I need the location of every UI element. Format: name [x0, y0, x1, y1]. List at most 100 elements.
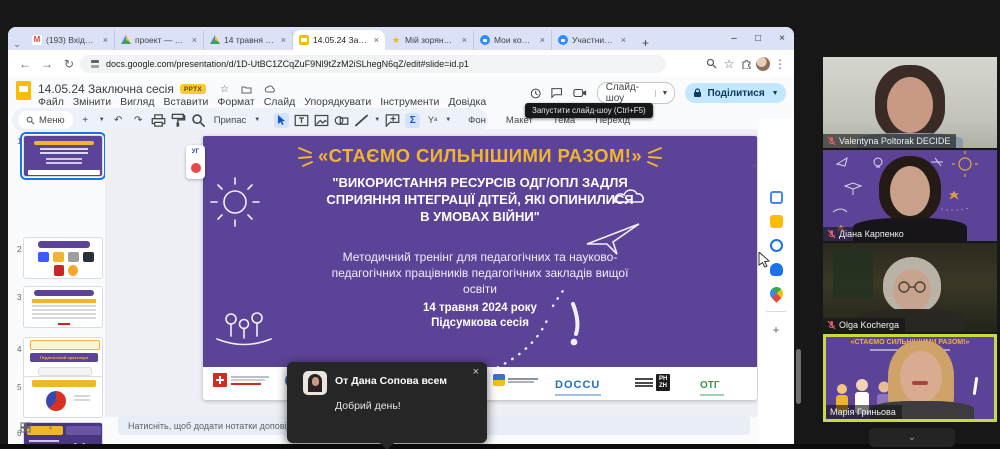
tasks-icon[interactable] — [770, 239, 783, 252]
tab-slides-active[interactable]: 14.05.24 Заклю × — [293, 30, 385, 50]
text-style-icon[interactable]: Ya — [425, 113, 440, 128]
add-slide-icon[interactable]: + — [78, 113, 93, 128]
participant-video-2[interactable]: Діана Карпенко — [823, 150, 997, 241]
share-button[interactable]: Поділитися ▼ — [685, 83, 785, 103]
slide-thumbnail-1[interactable] — [23, 135, 103, 177]
print-icon[interactable] — [151, 113, 166, 128]
select-tool-icon[interactable] — [274, 113, 289, 128]
menu-search-box[interactable]: Меню — [18, 111, 73, 129]
insert-image-icon[interactable] — [314, 113, 329, 128]
browser-menu-icon[interactable]: ⋮ — [774, 57, 786, 71]
insert-line-icon[interactable] — [354, 113, 369, 128]
url-text: docs.google.com/presentation/d/1D-UtBC1Z… — [106, 59, 469, 69]
undo-icon[interactable]: ↶ — [111, 113, 126, 128]
logo-doccu: DOCCU — [555, 375, 601, 396]
menu-insert[interactable]: Вставити — [163, 96, 208, 108]
tab-gmail[interactable]: M (193) Вхідні • пош × — [26, 30, 115, 50]
tab-close-icon[interactable]: × — [103, 35, 108, 45]
textbox-tool-icon[interactable] — [294, 113, 309, 128]
tab-zoom-conferences[interactable]: Мои конфере × — [474, 30, 552, 50]
share-dropdown-icon[interactable]: ▼ — [770, 90, 786, 97]
address-bar[interactable]: docs.google.com/presentation/d/1D-UtBC1Z… — [80, 55, 666, 73]
slide-thumbnail-4[interactable]: Педагогічний практикум — [23, 337, 103, 379]
tab-drive-project[interactable]: проект — зробл × — [115, 30, 204, 50]
comments-icon[interactable] — [551, 87, 562, 99]
collaborator-cursor-badge[interactable]: УГ — [186, 145, 205, 179]
paint-format-icon[interactable] — [171, 113, 186, 128]
keep-icon[interactable] — [770, 215, 783, 228]
menu-tools[interactable]: Інструменти — [380, 96, 439, 108]
tab-close-icon[interactable]: × — [621, 35, 626, 45]
version-history-icon[interactable] — [530, 87, 541, 100]
background-button[interactable]: Фон — [465, 115, 489, 126]
add-slide-dropdown-icon[interactable]: ▼ — [98, 113, 106, 128]
maps-icon[interactable] — [767, 284, 785, 302]
redo-icon[interactable]: ↷ — [131, 113, 146, 128]
new-tab-button[interactable]: + — [642, 36, 649, 50]
tab-star-page[interactable]: ★ Мій зоряний пр × — [385, 30, 474, 50]
slide-thumbnail-5[interactable] — [23, 376, 103, 418]
collapse-video-strip-button[interactable]: ⌄ — [869, 428, 955, 447]
bookmark-star-icon[interactable]: ☆ — [721, 57, 737, 71]
participant-video-4-active-speaker[interactable]: «СТАЄМО СИЛЬНІШИМИ РАЗОМ!» Марія Гриньов… — [823, 334, 997, 422]
star-document-icon[interactable]: ☆ — [220, 84, 229, 95]
cloud-status-icon[interactable] — [264, 85, 276, 94]
tab-zoom-participant[interactable]: Участник публ × — [552, 30, 632, 50]
panel-resize-handle[interactable] — [796, 349, 801, 404]
current-slide[interactable]: «СТАЄМО СИЛЬНІШИМИ РАЗОМ!» "ВИКОРИСТАННЯ… — [203, 136, 757, 400]
text-style-dropdown-icon[interactable]: ▼ — [445, 117, 451, 123]
line-dropdown-icon[interactable]: ▼ — [374, 117, 380, 123]
insert-shape-icon[interactable] — [334, 113, 349, 128]
document-title[interactable]: 14.05.24 Заключна сесія — [38, 82, 174, 96]
slideshow-button[interactable]: Слайд-шоу ▼ — [597, 82, 676, 104]
tab-search-chevron-icon[interactable]: ⌄ — [8, 39, 26, 50]
collapse-filmstrip-icon[interactable]: ‹ — [49, 422, 52, 433]
forward-icon[interactable]: → — [36, 57, 58, 71]
maximize-button[interactable]: □ — [746, 33, 770, 44]
present-camera-icon[interactable] — [573, 87, 587, 99]
insert-comment-icon[interactable] — [385, 113, 400, 128]
chat-notification-popup[interactable]: × От Дана Сопова всем Добрий день! — [287, 362, 487, 443]
menu-slide[interactable]: Слайд — [264, 96, 296, 108]
mic-muted-icon — [827, 229, 836, 239]
minimize-button[interactable]: – — [722, 33, 746, 44]
slideshow-dropdown-icon[interactable]: ▼ — [655, 90, 675, 97]
menu-format[interactable]: Формат — [217, 96, 254, 108]
back-icon[interactable]: ← — [14, 57, 36, 71]
site-info-icon[interactable] — [90, 59, 100, 69]
reload-icon[interactable]: ↻ — [58, 57, 80, 71]
chat-close-icon[interactable]: × — [473, 366, 479, 378]
fit-zoom-select[interactable]: Припас — [211, 115, 250, 126]
menu-help[interactable]: Довідка — [448, 96, 486, 108]
menu-edit[interactable]: Змінити — [73, 96, 111, 108]
contacts-icon[interactable] — [770, 263, 783, 276]
tab-drive-14-may[interactable]: 14 травня – Goo × — [204, 30, 293, 50]
participant-video-1[interactable]: Valentyna Poltorak DECIDE — [823, 57, 997, 148]
zoom-tool-icon[interactable] — [191, 113, 206, 128]
slides-file-icon — [16, 81, 31, 100]
tab-close-icon[interactable]: × — [374, 35, 379, 45]
get-addons-button[interactable]: + — [772, 323, 779, 337]
slide-thumbnail-2[interactable] — [23, 237, 103, 279]
tab-close-icon[interactable]: × — [192, 35, 197, 45]
search-icon[interactable] — [706, 58, 717, 69]
calendar-icon[interactable] — [770, 191, 783, 204]
tab-close-icon[interactable]: × — [281, 35, 286, 45]
slide-thumbnail-3[interactable] — [23, 286, 103, 328]
menu-arrange[interactable]: Упорядкувати — [304, 96, 371, 108]
menu-view[interactable]: Вигляд — [120, 96, 154, 108]
fit-dropdown-icon[interactable]: ▼ — [254, 117, 260, 123]
menu-file[interactable]: Файл — [38, 96, 64, 108]
collapse-panel-chevron-icon[interactable]: ⌃ — [750, 163, 758, 174]
browser-navbar: ← → ↻ docs.google.com/presentation/d/1D-… — [8, 50, 794, 77]
participant-video-3[interactable]: Olga Kocherga — [823, 243, 997, 332]
grid-view-icon[interactable] — [20, 422, 31, 433]
move-folder-icon[interactable] — [241, 85, 252, 94]
tab-close-icon[interactable]: × — [540, 35, 545, 45]
tab-close-icon[interactable]: × — [462, 35, 467, 45]
browser-profile-avatar[interactable] — [756, 57, 770, 71]
close-button[interactable]: × — [770, 33, 794, 44]
chart-tool-icon[interactable]: Σ — [405, 113, 420, 128]
collaborator-initials: УГ — [186, 148, 205, 155]
extensions-icon[interactable] — [741, 58, 752, 69]
